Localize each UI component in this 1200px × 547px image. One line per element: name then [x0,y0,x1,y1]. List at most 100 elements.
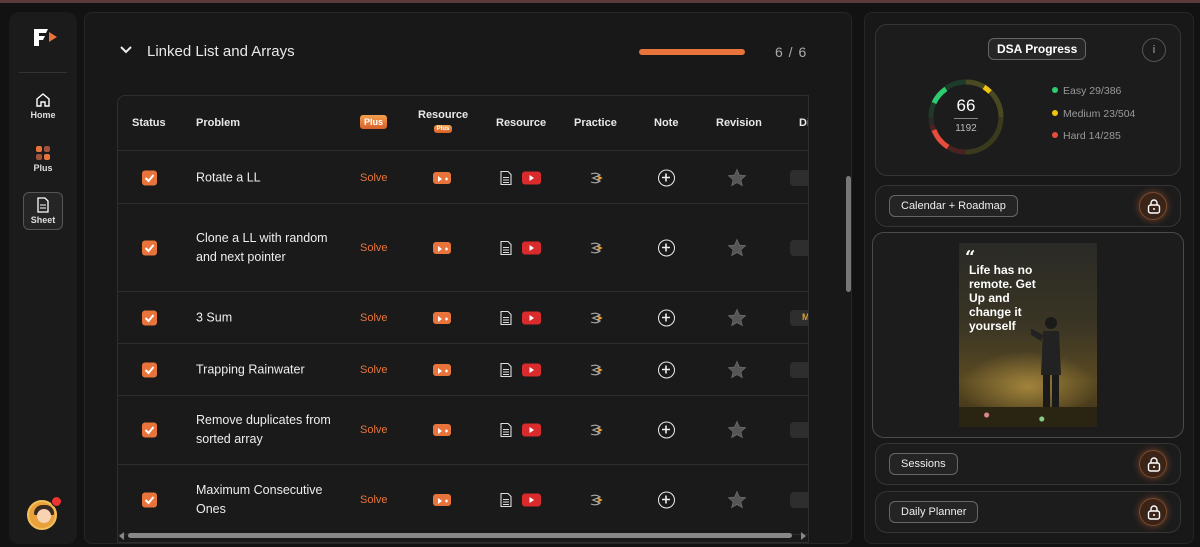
practice-icon[interactable] [588,422,604,438]
video-plus-button[interactable] [433,241,451,254]
video-plus-button[interactable] [433,171,451,184]
right-panel: DSA Progress i 66 1192 Easy 29/386 Mediu… [864,12,1194,544]
add-note-button[interactable] [658,361,675,378]
daily-planner-card[interactable]: Daily Planner [875,491,1181,533]
add-note-button[interactable] [658,169,675,186]
problem-name[interactable]: Trapping Rainwater [196,360,336,379]
practice-icon[interactable] [588,310,604,326]
practice-icon[interactable] [588,492,604,508]
practice-icon[interactable] [588,362,604,378]
video-plus-button[interactable] [433,424,451,436]
header-plus: Plus [360,115,388,129]
youtube-icon [529,244,534,251]
section-header[interactable]: Linked List and Arrays 6 / 6 [85,13,851,93]
status-checkbox[interactable] [142,240,157,255]
solve-link[interactable]: Solve [360,172,388,184]
star-icon[interactable] [727,308,747,328]
lock-button[interactable] [1139,192,1167,220]
article-icon[interactable] [500,240,512,255]
article-icon[interactable] [500,422,512,438]
vertical-scroll-thumb[interactable] [846,176,851,292]
lock-button[interactable] [1139,450,1167,478]
youtube-button[interactable] [522,171,541,184]
plus-circle-icon [662,365,670,373]
logo-icon[interactable] [31,26,59,48]
problem-name[interactable]: Remove duplicates from sorted array [196,411,336,449]
youtube-button[interactable] [522,363,541,376]
lock-button[interactable] [1139,498,1167,526]
section-progress-bar [639,49,745,55]
youtube-button[interactable] [522,423,541,437]
problem-name[interactable]: 3 Sum [196,308,336,327]
add-note-button[interactable] [658,421,675,439]
status-checkbox[interactable] [142,492,157,507]
star-icon[interactable] [727,168,747,188]
crowd [959,407,1097,427]
quote-card: “ Life has no remote. Get Up and change … [872,232,1184,438]
scroll-right-arrow-icon[interactable] [801,532,807,540]
article-icon[interactable] [500,310,512,325]
header-status: Status [132,117,166,129]
solve-link[interactable]: Solve [360,312,388,324]
video-plus-button[interactable] [433,363,451,376]
add-note-button[interactable] [658,239,675,256]
table-header: Status Problem Plus Resource Plus Resour… [118,96,809,151]
status-checkbox[interactable] [142,170,157,185]
solve-link[interactable]: Solve [360,494,388,506]
header-resource-plus-label: Resource [418,109,469,121]
article-icon[interactable] [500,492,512,507]
problem-name[interactable]: Rotate a LL [196,168,336,187]
progress-ring [928,79,1004,155]
section-title: Linked List and Arrays [147,43,295,60]
check-icon [144,173,155,182]
status-checkbox[interactable] [142,310,157,325]
practice-icon[interactable] [588,240,604,256]
problem-name[interactable]: Clone a LL with random and next pointer [196,229,336,267]
add-note-button[interactable] [658,491,675,508]
solve-link[interactable]: Solve [360,424,388,436]
top-accent-line [0,0,1200,3]
star-icon[interactable] [727,360,747,380]
sidebar-item-label: Home [30,110,56,120]
table-row: Rotate a LL Solve [118,152,808,204]
article-icon[interactable] [500,362,512,377]
play-plus-icon [438,367,448,374]
sessions-card[interactable]: Sessions [875,443,1181,485]
youtube-button[interactable] [522,311,541,324]
chevron-down-icon[interactable] [119,43,133,57]
header-difficulty: Di [799,117,809,129]
solve-link[interactable]: Solve [360,364,388,376]
star-icon[interactable] [727,490,747,510]
ring-divider [954,118,978,119]
scroll-left-arrow-icon[interactable] [119,532,125,540]
status-checkbox[interactable] [142,422,157,438]
table-row: 3 Sum Solve M [118,292,808,344]
info-button[interactable]: i [1142,38,1166,62]
header-note: Note [654,117,679,129]
plus-circle-icon [662,495,670,503]
youtube-button[interactable] [522,493,541,506]
add-note-button[interactable] [658,309,675,326]
star-icon[interactable] [727,420,747,440]
solve-link[interactable]: Solve [360,242,388,254]
video-plus-button[interactable] [433,493,451,506]
star-icon[interactable] [727,238,747,258]
practice-icon[interactable] [588,170,604,186]
problem-name[interactable]: Maximum Consecutive Ones [196,481,336,519]
left-sidebar: Home Plus Sheet [9,12,77,544]
video-plus-button[interactable] [433,311,451,324]
lock-icon [1147,457,1161,472]
calendar-roadmap-card[interactable]: Calendar + Roadmap [875,185,1181,227]
sidebar-item-home[interactable]: Home [23,88,63,126]
dsa-progress-title: DSA Progress [988,38,1087,60]
avatar-face [37,509,51,523]
sidebar-item-sheet[interactable]: Sheet [23,192,63,230]
horizontal-scroll-thumb[interactable] [128,533,792,538]
header-practice: Practice [574,117,617,129]
article-icon[interactable] [500,170,512,185]
home-icon [36,93,50,107]
status-checkbox[interactable] [142,362,157,377]
youtube-button[interactable] [522,241,541,254]
legend-easy-label: Easy 29/386 [1063,85,1122,97]
sidebar-item-plus[interactable]: Plus [23,141,63,179]
